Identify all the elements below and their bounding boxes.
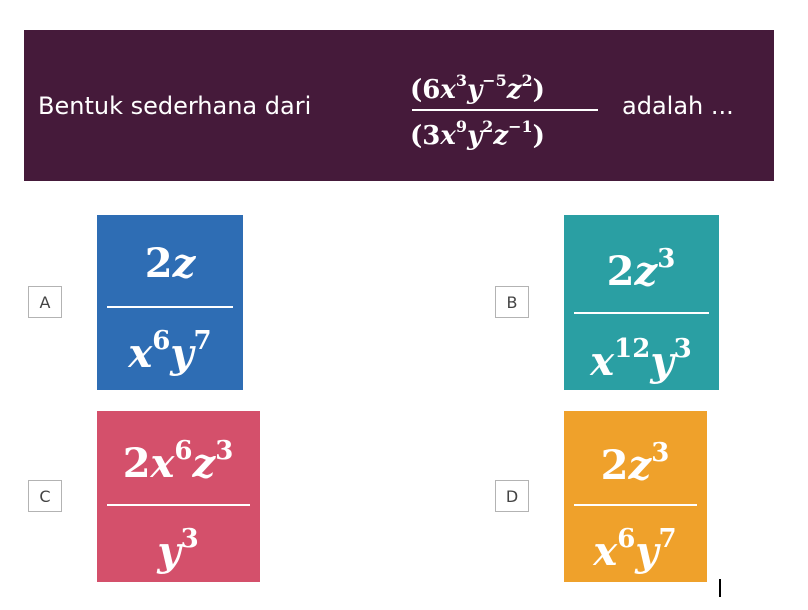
question-denominator: (3x9y2z−1) (410, 117, 545, 151)
q-num-x-exp: 3 (456, 71, 467, 90)
q-num-z-exp: 2 (521, 71, 532, 90)
q-den-z: z (492, 121, 509, 151)
question-prefix-text: Bentuk sederhana dari (38, 92, 312, 120)
question-numerator: (6x3y−5z2) (410, 71, 545, 105)
question-fraction: (6x3y−5z2) (3x9y2z−1) (410, 71, 598, 151)
q-den-y-exp: 2 (482, 117, 493, 136)
option-c-letter[interactable]: C (28, 480, 62, 512)
question-suffix-text: adalah ... (622, 92, 734, 120)
q-den-z-exp: −1 (508, 117, 533, 136)
option-b-card[interactable]: 2z3 x12y3 (564, 215, 719, 390)
option-a-card[interactable]: 2z x6y7 (97, 215, 243, 390)
q-num-z: z (506, 75, 523, 105)
option-b-formula: 2z3 x12y3 (564, 215, 719, 390)
option-b-letter[interactable]: B (495, 286, 529, 318)
question-banner: Bentuk sederhana dari (6x3y−5z2) (3x9y2z… (24, 30, 774, 181)
q-num-x: x (439, 75, 456, 105)
option-a-letter[interactable]: A (28, 286, 62, 318)
option-d-formula: 2z3 x6y7 (564, 411, 707, 582)
q-den-open: (3 (410, 121, 440, 151)
q-num-y-exp: −5 (482, 71, 507, 90)
q-num-close: ) (533, 75, 545, 105)
option-d-letter[interactable]: D (495, 480, 529, 512)
q-den-x-exp: 9 (456, 117, 467, 136)
option-a-numerator: 2z (145, 240, 197, 287)
q-den-close: ) (533, 121, 545, 151)
option-c-formula: 2x6z3 y3 (97, 411, 260, 582)
option-c-card[interactable]: 2x6z3 y3 (97, 411, 260, 582)
option-a-formula: 2z x6y7 (97, 215, 243, 390)
option-d-card[interactable]: 2z3 x6y7 (564, 411, 707, 582)
q-den-x: x (439, 121, 456, 151)
text-cursor-mark (719, 579, 721, 597)
q-num-open: (6 (410, 75, 440, 105)
